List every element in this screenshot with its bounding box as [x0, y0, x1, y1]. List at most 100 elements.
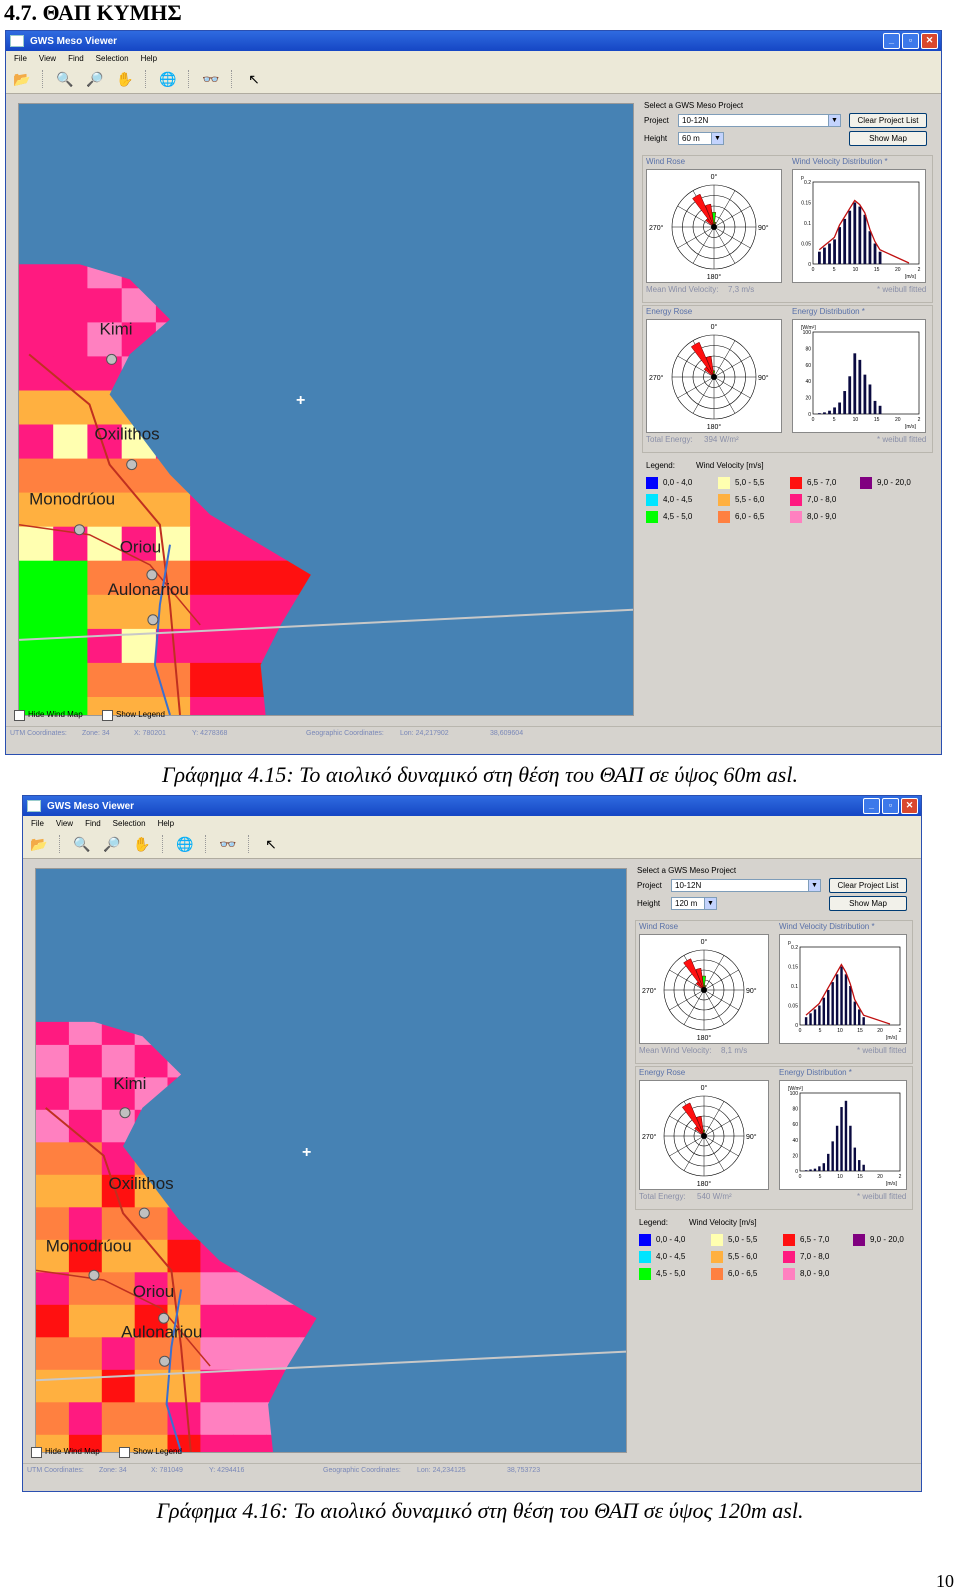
histogram-bar: [862, 1017, 865, 1025]
histogram-bar: [858, 1160, 861, 1171]
binoculars-icon[interactable]: 👓: [201, 69, 221, 89]
town-label: Oxilithos: [95, 425, 160, 444]
histogram-bar: [809, 1013, 812, 1025]
x-axis-unit: [m/s]: [886, 1035, 897, 1041]
pan-hand-icon[interactable]: ✋: [132, 834, 152, 854]
zoom-in-icon[interactable]: 🔍: [55, 69, 75, 89]
wind-velocity-distribution-title: Wind Velocity Distribution *: [792, 157, 888, 166]
menu-bar: File View Find Selection Help: [23, 816, 921, 830]
pointer-icon[interactable]: ↖: [244, 69, 264, 89]
menu-view[interactable]: View: [39, 54, 56, 63]
project-select[interactable]: 10-12N ▼: [671, 879, 821, 892]
menu-help[interactable]: Help: [141, 54, 157, 63]
toolbar: 📂 🔍 🔎 ✋ 🌐 👓 ↖: [6, 65, 941, 94]
histogram-bar: [868, 384, 872, 414]
show-map-button[interactable]: Show Map: [849, 131, 927, 146]
height-value: 60 m: [682, 134, 700, 143]
minimize-icon[interactable]: _: [883, 33, 900, 49]
close-icon[interactable]: ✕: [921, 33, 938, 49]
legend-swatch: [711, 1234, 723, 1246]
clear-project-list-button[interactable]: Clear Project List: [829, 878, 907, 893]
gws-window-120m: GWS Meso Viewer _ ▫ ✕ File View Find Selection H…: [22, 795, 922, 1492]
toolbar-separator: [145, 70, 148, 88]
legend-range: 6,5 - 7,0: [807, 478, 837, 487]
legend-range: 5,0 - 5,5: [728, 1235, 758, 1244]
compass-label: 0°: [711, 173, 718, 181]
pan-hand-icon[interactable]: ✋: [115, 69, 135, 89]
wind-map[interactable]: Kimi Oxilithos Monodrúou Oriou Aulonariou +: [18, 103, 634, 716]
height-label: Height: [637, 899, 661, 908]
menu-selection[interactable]: Selection: [96, 54, 129, 63]
show-map-button[interactable]: Show Map: [829, 896, 907, 911]
town-marker: [147, 614, 159, 626]
menu-bar: File View Find Selection Help: [6, 51, 941, 65]
menu-selection[interactable]: Selection: [113, 819, 146, 828]
figure-caption-2: Γράφημα 4.16: Το αιολικό δυναμικό στη θέ…: [156, 1498, 804, 1523]
pointer-icon[interactable]: ↖: [261, 834, 281, 854]
open-folder-icon[interactable]: 📂: [29, 834, 49, 854]
height-select[interactable]: 60 m ▼: [678, 132, 724, 145]
chevron-down-icon[interactable]: ▼: [704, 898, 716, 909]
show-legend-checkbox[interactable]: [119, 1447, 130, 1458]
x-tick-label: 20: [877, 1174, 883, 1180]
menu-file[interactable]: File: [14, 54, 27, 63]
legend-swatch: [639, 1268, 651, 1280]
wind-rose-title: Wind Rose: [639, 922, 679, 931]
globe-icon[interactable]: 🌐: [175, 834, 195, 854]
menu-help[interactable]: Help: [158, 819, 174, 828]
town-marker: [119, 1107, 131, 1119]
title-bar[interactable]: GWS Meso Viewer _ ▫ ✕: [6, 31, 941, 51]
status-separator: [23, 1463, 921, 1464]
y-tick-label: 20: [792, 1153, 798, 1159]
rose-chart: 0° 180° 90° 270°: [646, 319, 782, 433]
menu-file[interactable]: File: [31, 819, 44, 828]
zoom-out-icon[interactable]: 🔎: [85, 69, 105, 89]
energy-rose-title: Energy Rose: [646, 307, 693, 316]
hide-wind-map-checkbox[interactable]: [31, 1447, 42, 1458]
binoculars-icon[interactable]: 👓: [218, 834, 238, 854]
histogram-bar: [873, 400, 877, 414]
histogram-bar: [828, 410, 831, 414]
y-axis-label: [W/m²]: [788, 1086, 803, 1092]
histogram-bar: [838, 227, 842, 264]
histogram-bar: [835, 974, 839, 1025]
minimize-icon[interactable]: _: [863, 798, 880, 814]
height-select[interactable]: 120 m ▼: [671, 897, 717, 910]
project-select[interactable]: 10-12N ▼: [678, 114, 841, 127]
show-legend-checkbox[interactable]: [102, 710, 113, 721]
energy-histogram: 100 80 60 40 20 0 0 5 10 15 20 2 [W/m²] [m/s]: [779, 1080, 907, 1190]
zoom-out-icon[interactable]: 🔎: [102, 834, 122, 854]
globe-icon[interactable]: 🌐: [158, 69, 178, 89]
menu-view[interactable]: View: [56, 819, 73, 828]
title-bar[interactable]: GWS Meso Viewer _ ▫ ✕: [23, 796, 921, 816]
maximize-icon[interactable]: ▫: [882, 798, 899, 814]
legend-range: 4,0 - 4,5: [656, 1252, 686, 1261]
x-coordinate: X: 780201: [134, 730, 166, 737]
hide-wind-map-label: Hide Wind Map: [45, 1447, 100, 1456]
x-tick-label: 5: [833, 267, 836, 273]
y-axis-label: p: [801, 175, 804, 181]
maximize-icon[interactable]: ▫: [902, 33, 919, 49]
compass-label: 180°: [707, 423, 722, 431]
town-label: Aulonariou: [108, 580, 189, 599]
compass-label: 180°: [697, 1180, 712, 1188]
menu-find[interactable]: Find: [68, 54, 84, 63]
close-icon[interactable]: ✕: [901, 798, 918, 814]
legend-title: Wind Velocity [m/s]: [689, 1218, 757, 1227]
histogram-bar: [858, 1009, 861, 1025]
clear-project-list-button[interactable]: Clear Project List: [849, 113, 927, 128]
menu-find[interactable]: Find: [85, 819, 101, 828]
chevron-down-icon[interactable]: ▼: [828, 115, 840, 126]
open-folder-icon[interactable]: 📂: [12, 69, 32, 89]
select-project-heading: Select a GWS Meso Project: [637, 866, 737, 875]
histogram-bar: [831, 982, 834, 1025]
x-tick-label: 10: [837, 1028, 843, 1034]
hide-wind-map-checkbox[interactable]: [14, 710, 25, 721]
x-tick-label: 5: [819, 1028, 822, 1034]
chevron-down-icon[interactable]: ▼: [808, 880, 820, 891]
compass-label: 270°: [649, 224, 664, 232]
chevron-down-icon[interactable]: ▼: [711, 133, 723, 144]
wind-map[interactable]: Kimi Oxilithos Monodrúou Oriou Aulonariou +: [35, 868, 627, 1453]
zoom-in-icon[interactable]: 🔍: [72, 834, 92, 854]
legend-range: 6,0 - 6,5: [735, 512, 765, 521]
